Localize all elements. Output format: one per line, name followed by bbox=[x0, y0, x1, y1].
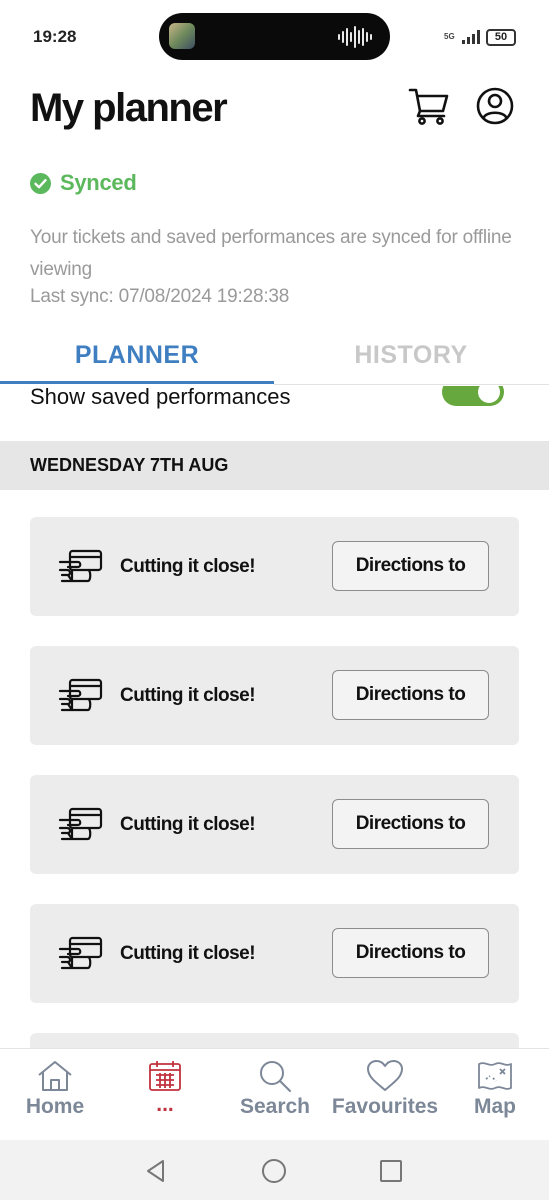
map-icon bbox=[478, 1062, 512, 1090]
search-icon bbox=[260, 1061, 291, 1092]
battery-icon: 50 bbox=[486, 28, 516, 46]
profile-icon[interactable] bbox=[475, 86, 515, 126]
ticket-hand-icon bbox=[58, 549, 103, 583]
network-type: 5G bbox=[444, 32, 455, 41]
nav-planner[interactable]: ... bbox=[120, 1049, 210, 1141]
bottom-nav: Home ... Search Favourites Map bbox=[0, 1048, 549, 1140]
day-header: WEDNESDAY 7TH AUG bbox=[0, 441, 549, 490]
ticket-hand-icon bbox=[58, 936, 103, 970]
toggle-knob bbox=[478, 386, 500, 403]
status-time: 19:28 bbox=[33, 27, 77, 46]
directions-button[interactable]: Directions to bbox=[332, 928, 489, 978]
sync-status: Synced bbox=[30, 170, 137, 196]
performance-card[interactable]: Cutting it close! Directions to bbox=[30, 904, 519, 1003]
check-circle-icon bbox=[30, 172, 51, 194]
ticket-hand-icon bbox=[58, 807, 103, 841]
back-icon[interactable] bbox=[143, 1158, 169, 1184]
show-saved-toggle[interactable] bbox=[442, 386, 504, 406]
status-indicators: 5G 50 bbox=[444, 27, 516, 47]
ticket-hand-icon bbox=[58, 678, 103, 712]
directions-button[interactable]: Directions to bbox=[332, 670, 489, 720]
home-icon bbox=[38, 1061, 72, 1091]
directions-button[interactable]: Directions to bbox=[332, 799, 489, 849]
battery-level: 50 bbox=[494, 31, 508, 43]
nav-search[interactable]: Search bbox=[230, 1049, 320, 1141]
media-thumbnail bbox=[169, 23, 195, 49]
tab-planner[interactable]: PLANNER bbox=[0, 326, 274, 384]
nav-label: ... bbox=[156, 1093, 174, 1116]
saved-performances-row: Show saved performances bbox=[0, 386, 549, 430]
nav-label: Map bbox=[474, 1095, 516, 1118]
card-title: Cutting it close! bbox=[120, 685, 256, 706]
recents-icon[interactable] bbox=[378, 1158, 404, 1184]
nav-favourites[interactable]: Favourites bbox=[330, 1049, 440, 1141]
nav-label: Home bbox=[25, 1095, 85, 1118]
active-tab-indicator bbox=[0, 381, 274, 384]
heart-icon bbox=[367, 1060, 403, 1091]
nav-home[interactable]: Home bbox=[10, 1049, 100, 1141]
cart-icon[interactable] bbox=[408, 86, 450, 126]
system-nav-bar bbox=[0, 1140, 549, 1200]
card-title: Cutting it close! bbox=[120, 556, 256, 577]
directions-button[interactable]: Directions to bbox=[332, 541, 489, 591]
tab-history[interactable]: HISTORY bbox=[274, 326, 548, 384]
calendar-icon bbox=[149, 1061, 181, 1091]
last-sync-time: Last sync: 07/08/2024 19:28:38 bbox=[30, 286, 290, 307]
card-title: Cutting it close! bbox=[120, 814, 256, 835]
audio-wave-icon bbox=[338, 26, 372, 48]
performance-card[interactable]: Cutting it close! Directions to bbox=[30, 775, 519, 874]
toggle-label: Show saved performances bbox=[30, 386, 291, 409]
home-circle-icon[interactable] bbox=[261, 1158, 287, 1184]
page-title: My planner bbox=[30, 86, 228, 130]
nav-map[interactable]: Map bbox=[450, 1049, 540, 1141]
signal-icon bbox=[462, 30, 480, 44]
performance-card[interactable]: Cutting it close! Directions to bbox=[30, 646, 519, 745]
dynamic-island bbox=[159, 13, 390, 60]
card-title: Cutting it close! bbox=[120, 943, 256, 964]
nav-label: Search bbox=[239, 1095, 311, 1118]
nav-label: Favourites bbox=[331, 1095, 439, 1118]
sync-description: Your tickets and saved performances are … bbox=[30, 227, 512, 280]
tab-bar: PLANNER HISTORY bbox=[0, 326, 549, 386]
tab-divider bbox=[274, 384, 549, 385]
status-bar: 19:28 5G 50 bbox=[0, 0, 549, 74]
sync-status-label: Synced bbox=[60, 170, 137, 195]
performance-card[interactable]: Cutting it close! Directions to bbox=[30, 517, 519, 616]
